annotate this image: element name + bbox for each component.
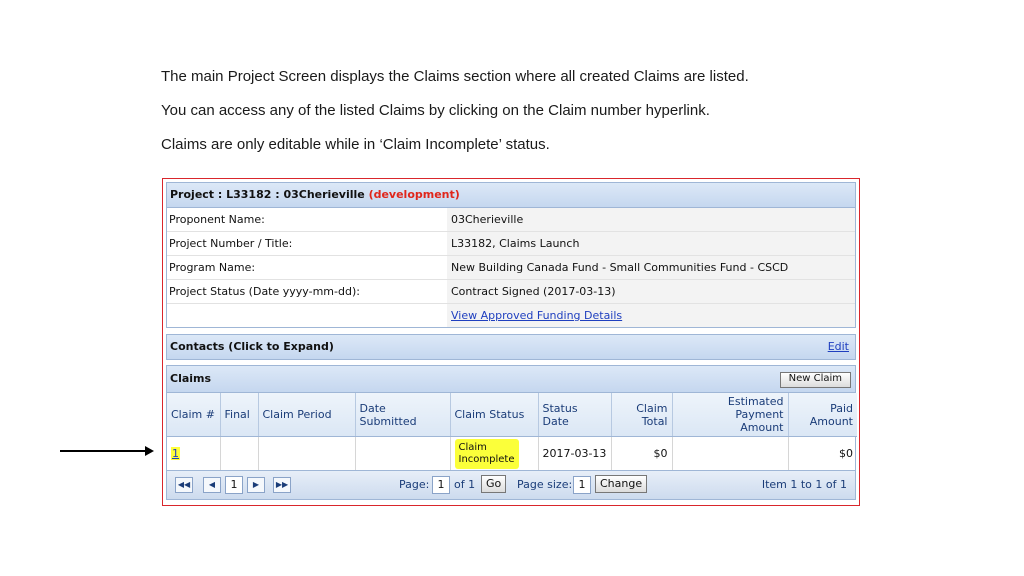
contacts-header[interactable]: Contacts (Click to Expand) Edit (167, 335, 855, 359)
col-claim-total[interactable]: Claim Total (611, 393, 673, 437)
last-page-icon[interactable]: ▶▶ (273, 477, 291, 493)
pager: ◀◀ ◀ 1 ▶ ▶▶ Page: 1 of 1 Go Page size: 1… (167, 470, 855, 499)
project-header: Project : L33182 : 03Cherieville (develo… (167, 183, 855, 208)
claims-header-row: Claim # Final Claim Period Date Submitte… (167, 393, 857, 437)
col-claim-period[interactable]: Claim Period (258, 393, 356, 437)
row-funding-link: View Approved Funding Details (167, 304, 855, 327)
env-badge: (development) (368, 188, 460, 201)
first-page-icon[interactable]: ◀◀ (175, 477, 193, 493)
new-claim-button[interactable]: New Claim (779, 372, 851, 388)
page-of: of 1 (454, 478, 476, 491)
intro-line-2: You can access any of the listed Claims … (161, 102, 710, 119)
page-size-input[interactable]: 1 (573, 476, 591, 494)
item-count: Item 1 to 1 of 1 (761, 478, 847, 491)
pointer-arrow-icon (60, 446, 154, 456)
intro-text: The main Project Screen displays the Cla… (161, 66, 921, 168)
row-proponent: Proponent Name: 03Cherieville (167, 208, 855, 232)
cell-final (220, 436, 259, 470)
next-page-icon[interactable]: ▶ (247, 477, 265, 493)
prev-page-icon[interactable]: ◀ (203, 477, 221, 493)
project-title: Project : L33182 : 03Cherieville (170, 188, 365, 201)
row-project-number: Project Number / Title: L33182, Claims L… (167, 232, 855, 256)
page-size-label: Page size: (517, 478, 573, 491)
cell-status-date: 2017-03-13 (538, 436, 612, 470)
cell-claim-no: 1 (167, 436, 221, 470)
col-estimated-payment[interactable]: Estimated Payment Amount (672, 393, 789, 437)
cell-total: $0 (611, 436, 673, 470)
cell-status: Claim Incomplete (450, 436, 539, 470)
go-button[interactable]: Go (481, 475, 507, 493)
label-proponent: Proponent Name: (167, 208, 447, 231)
intro-line-1: The main Project Screen displays the Cla… (161, 68, 749, 85)
contacts-section[interactable]: Contacts (Click to Expand) Edit (166, 334, 856, 360)
row-status: Project Status (Date yyyy-mm-dd): Contra… (167, 280, 855, 304)
value-status: Contract Signed (2017-03-13) (447, 280, 855, 303)
value-proponent: 03Cherieville (447, 208, 855, 231)
col-claim-no[interactable]: Claim # (167, 393, 221, 437)
claims-title: Claims (170, 372, 212, 385)
value-program: New Building Canada Fund - Small Communi… (447, 256, 855, 279)
page-label: Page: (399, 478, 430, 491)
funding-details-link[interactable]: View Approved Funding Details (447, 304, 855, 327)
page-input[interactable]: 1 (432, 476, 450, 494)
col-date-submitted[interactable]: Date Submitted (355, 393, 451, 437)
label-program: Program Name: (167, 256, 447, 279)
col-paid-amount[interactable]: Paid Amount (788, 393, 857, 437)
project-details: Project : L33182 : 03Cherieville (develo… (166, 182, 856, 328)
cell-estimated (672, 436, 789, 470)
table-row: 1 Claim Incomplete 2017-03-13 $0 $0 (167, 436, 857, 470)
label-status: Project Status (Date yyyy-mm-dd): (167, 280, 447, 303)
contacts-title[interactable]: Contacts (Click to Expand) (170, 340, 334, 353)
claims-header: Claims New Claim (167, 366, 855, 393)
screenshot-panel: Project : L33182 : 03Cherieville (develo… (162, 178, 860, 506)
label-project-number: Project Number / Title: (167, 232, 447, 255)
row-program: Program Name: New Building Canada Fund -… (167, 256, 855, 280)
cell-paid: $0 (839, 447, 853, 460)
col-status-date[interactable]: Status Date (538, 393, 612, 437)
claims-table: Claim # Final Claim Period Date Submitte… (167, 393, 857, 470)
col-final[interactable]: Final (220, 393, 259, 437)
change-button[interactable]: Change (595, 475, 648, 493)
claims-section: Claims New Claim Claim # Final Claim Per… (166, 365, 857, 500)
value-project-number: L33182, Claims Launch (447, 232, 855, 255)
label-empty (167, 304, 447, 327)
contacts-edit-link[interactable]: Edit (828, 335, 849, 359)
status-badge: Claim Incomplete (454, 438, 519, 469)
claim-number-link[interactable]: 1 (171, 447, 180, 460)
cell-period (258, 436, 356, 470)
col-claim-status[interactable]: Claim Status (450, 393, 539, 437)
cell-submitted (355, 436, 451, 470)
current-page-button[interactable]: 1 (225, 476, 243, 494)
intro-line-3: Claims are only editable while in ‘Claim… (161, 136, 550, 153)
